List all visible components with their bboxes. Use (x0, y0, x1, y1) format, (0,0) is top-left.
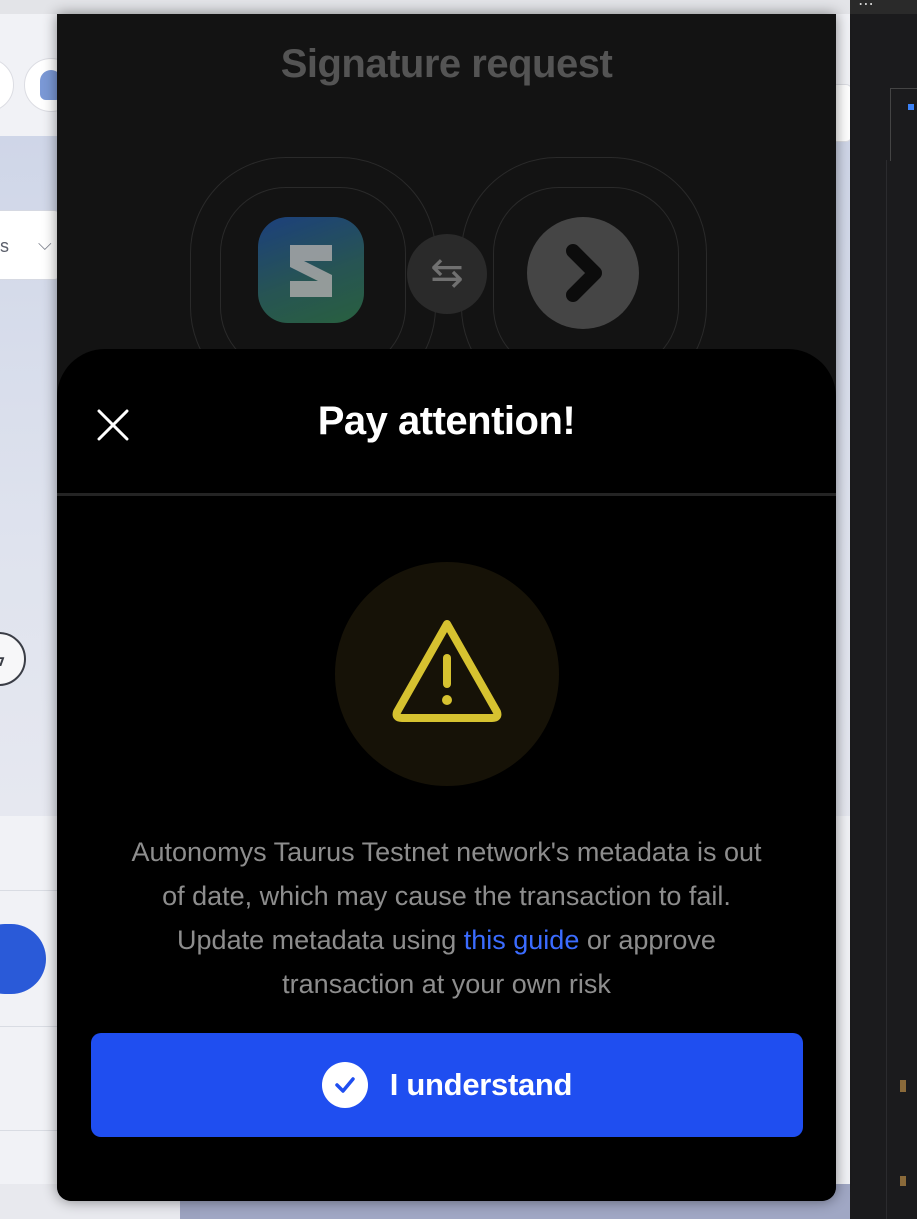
attention-modal: Pay attention! Autonomys Taurus Testnet … (57, 349, 836, 1201)
modal-title: Pay attention! (317, 399, 576, 443)
background-primary-button[interactable] (0, 924, 46, 994)
check-circle-icon (321, 1062, 368, 1108)
more-options-icon[interactable]: ⋯ (858, 0, 875, 14)
wallet-extension-popup: Signature request ⇆ Pay attention! Auton… (57, 14, 836, 1201)
modal-divider (57, 493, 836, 496)
guide-link[interactable]: this guide (464, 925, 580, 955)
background-round-button[interactable] (0, 58, 14, 112)
panel-indicator (908, 104, 914, 110)
chevron-down-icon: ⌵ (38, 234, 52, 254)
panel-marker (900, 1080, 906, 1092)
page-title: Signature request (280, 42, 613, 86)
panel-box (890, 88, 917, 161)
warning-badge (335, 562, 559, 786)
understand-button[interactable]: I understand (91, 1033, 803, 1137)
understand-button-label: I understand (389, 1067, 573, 1102)
warning-triangle-icon (392, 620, 502, 722)
panel-divider (886, 160, 887, 1219)
warning-message: Autonomys Taurus Testnet network's metad… (117, 830, 776, 1006)
panel-marker (900, 1176, 906, 1186)
browser-top-strip (0, 0, 850, 14)
subwallet-logo (258, 217, 364, 323)
background-select-label: s (0, 236, 9, 256)
swap-arrows-icon: ⇆ (407, 234, 487, 314)
chevron-right-icon (527, 217, 639, 329)
background-select[interactable] (0, 210, 62, 280)
side-editor-panel: ⋯ (850, 0, 917, 1219)
